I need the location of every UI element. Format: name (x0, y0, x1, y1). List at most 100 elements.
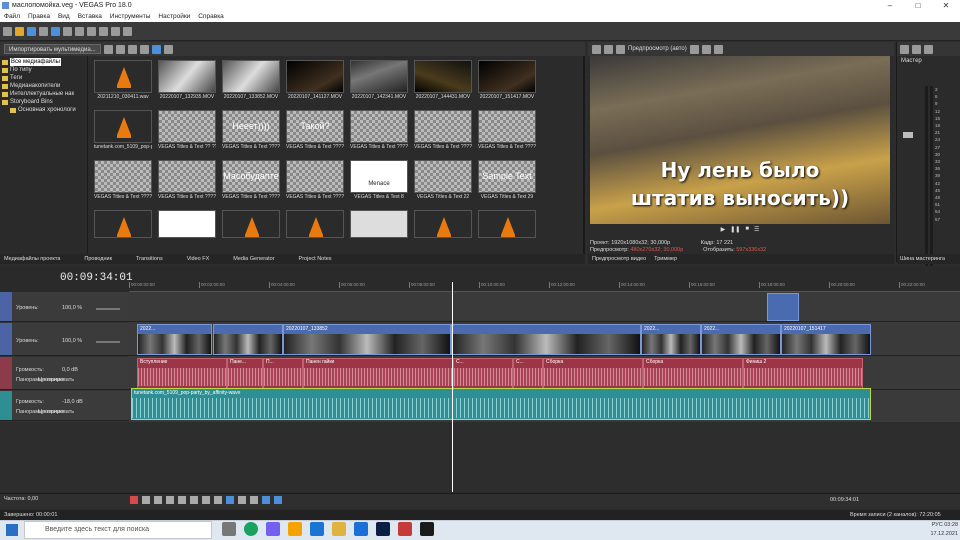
envelope-tool[interactable] (238, 496, 246, 504)
menu-options[interactable]: Настройки (158, 11, 190, 22)
playback-rate[interactable]: Частота: 0,00 (4, 496, 38, 502)
menu-view[interactable]: Вид (58, 11, 70, 22)
import-media-button[interactable]: Импортировать мультимедиа... (4, 44, 101, 54)
close-button[interactable]: ✕ (932, 0, 960, 11)
audio-clip[interactable]: Сборка (643, 358, 743, 389)
pause-button[interactable] (178, 496, 186, 504)
task-view-icon[interactable] (222, 522, 236, 536)
fx-icon[interactable] (912, 44, 921, 54)
tree-tags[interactable]: Теги (2, 74, 85, 82)
media-thumbnail[interactable]: VEGAS Titles & Text ?????? ?????? (414, 110, 472, 150)
media-thumbnail[interactable]: Такой? VEGAS Titles & Text ?????? (286, 110, 344, 150)
split-button[interactable] (250, 496, 258, 504)
audio-clip[interactable]: Панен гайки (303, 358, 453, 389)
audio-clip[interactable]: С... (513, 358, 543, 389)
language-indicator[interactable]: РУС (932, 522, 943, 528)
video-clip[interactable]: 20220107_151417 (781, 324, 871, 355)
tree-all-media[interactable]: Все медиафайлы (2, 58, 85, 66)
firefox-icon[interactable] (288, 522, 302, 536)
track-header-2[interactable]: Уровень: 100,0 % (0, 323, 129, 356)
tab-project-media[interactable]: Медиафайлы проекта (4, 254, 60, 264)
media-thumbnail[interactable] (478, 210, 536, 238)
explorer-icon[interactable] (332, 522, 346, 536)
media-thumbnail[interactable]: 20220107_133852.MOV (222, 60, 280, 100)
media-thumbnail[interactable] (350, 210, 408, 238)
overlays-icon[interactable] (689, 44, 699, 54)
settings-icon[interactable] (63, 26, 72, 36)
menu-file[interactable]: Файл (4, 11, 20, 22)
redo-icon[interactable] (123, 26, 132, 36)
fx-icon[interactable] (604, 44, 613, 54)
go-end-button[interactable] (214, 496, 222, 504)
preview-quality-dropdown[interactable]: Предпросмотр (авто) (628, 46, 687, 52)
menu-icon[interactable]: ☰ (754, 226, 759, 236)
windows-start-icon[interactable] (6, 524, 18, 536)
time-ruler[interactable]: 00:00:00:00 00:02:00:00 00:04:00:00 00:06:0… (129, 282, 960, 292)
menu-insert[interactable]: Вставка (78, 11, 102, 22)
master-fader[interactable] (903, 132, 913, 138)
audio-clip[interactable]: Пане... (227, 358, 263, 389)
taskbar-search[interactable]: Введите здесь текст для поиска (24, 521, 212, 539)
tab-explorer[interactable]: Проводник (84, 254, 112, 264)
menu-edit[interactable]: Правка (28, 11, 50, 22)
mute-icon[interactable] (924, 44, 933, 54)
media-thumbnail[interactable] (94, 210, 152, 238)
tab-video-preview[interactable]: Предпросмотр видео (592, 254, 646, 264)
music-clip[interactable]: tunetank.com_5109_pop-party_by_affinity-… (131, 388, 871, 420)
tab-video-fx[interactable]: Video FX (187, 254, 210, 264)
play-from-start-button[interactable] (154, 496, 162, 504)
play-button[interactable]: ▶ (721, 226, 726, 236)
gear-icon[interactable] (900, 44, 909, 54)
media-thumbnail[interactable]: 20220107_142341.MOV (350, 60, 408, 100)
pause-button[interactable]: ❚❚ (730, 226, 740, 236)
media-thumbnail[interactable]: 20220107_132935.MOV (158, 60, 216, 100)
audio-clip[interactable]: С... (453, 358, 513, 389)
media-thumbnail[interactable]: VEGAS Titles & Text ????????? (94, 160, 152, 200)
tree-media-bins[interactable]: Медианакопители (2, 82, 85, 90)
open-icon[interactable] (15, 26, 24, 36)
audio-track-1[interactable]: Вступление Пане... П... Панен гайки С... С...… (129, 357, 960, 390)
render-icon[interactable] (39, 26, 48, 36)
media-thumbnail[interactable] (158, 210, 216, 238)
go-start-button[interactable] (202, 496, 210, 504)
media-thumbnail[interactable] (414, 210, 472, 238)
copy-snapshot-icon[interactable] (701, 44, 711, 54)
playhead[interactable] (452, 282, 453, 492)
auto-preview-icon[interactable] (151, 44, 161, 54)
save-icon[interactable] (27, 26, 36, 36)
tree-by-type[interactable]: По типу (2, 66, 85, 74)
capture-icon[interactable] (103, 44, 113, 54)
media-thumbnail[interactable]: VEGAS Titles & Text ????????? ????????? (478, 110, 536, 150)
media-thumbnail[interactable]: 20220107_141127.MOV (286, 60, 344, 100)
track-header-4[interactable]: Громкость: -18,0 dB Панорамирование: Центри… (0, 391, 129, 421)
stop-icon[interactable] (139, 44, 149, 54)
chrome-icon[interactable] (244, 522, 258, 536)
media-thumbnail[interactable]: Масобудапте VEGAS Titles & Text ?????????… (222, 160, 280, 200)
tab-project-notes[interactable]: Project Notes (299, 254, 332, 264)
media-thumbnail[interactable]: tunetank.com_5109_pop-party_by_affinity-… (94, 110, 152, 150)
video-track-1[interactable] (129, 292, 960, 322)
tree-storyboard-bins[interactable]: Storyboard Bins (2, 98, 85, 106)
tab-trimmer[interactable]: Триммер (654, 254, 677, 264)
play-icon[interactable] (127, 44, 137, 54)
split-screen-icon[interactable] (616, 44, 625, 54)
tab-master-bus[interactable]: Шина мастеринга (897, 254, 960, 264)
audio-clip[interactable]: Сборка (543, 358, 643, 389)
audio-clip[interactable]: П... (263, 358, 303, 389)
menu-help[interactable]: Справка (198, 11, 224, 22)
video-track-2[interactable]: 2022... 20220107_133852 2022... 2022... 2022… (129, 323, 960, 356)
video-clip[interactable]: 2022... (641, 324, 701, 355)
media-thumbnail[interactable]: VEGAS Titles & Text ?????? ?????? (350, 110, 408, 150)
media-thumbnail[interactable]: VEGAS Titles & Text 22 (414, 160, 472, 200)
mail-icon[interactable] (310, 522, 324, 536)
properties-icon[interactable] (51, 26, 60, 36)
record-button[interactable] (130, 496, 138, 504)
paste-icon[interactable] (99, 26, 108, 36)
tree-smart-bins[interactable]: Интеллектуальные нак (2, 90, 85, 98)
title-clip[interactable] (767, 293, 799, 321)
audio-clip[interactable]: Финиш 2 (743, 358, 863, 389)
loop-button[interactable] (142, 496, 150, 504)
copy-icon[interactable] (87, 26, 96, 36)
video-clip[interactable]: 2022... (137, 324, 212, 355)
track-header-1[interactable]: Уровень: 100,0 % (0, 292, 129, 322)
